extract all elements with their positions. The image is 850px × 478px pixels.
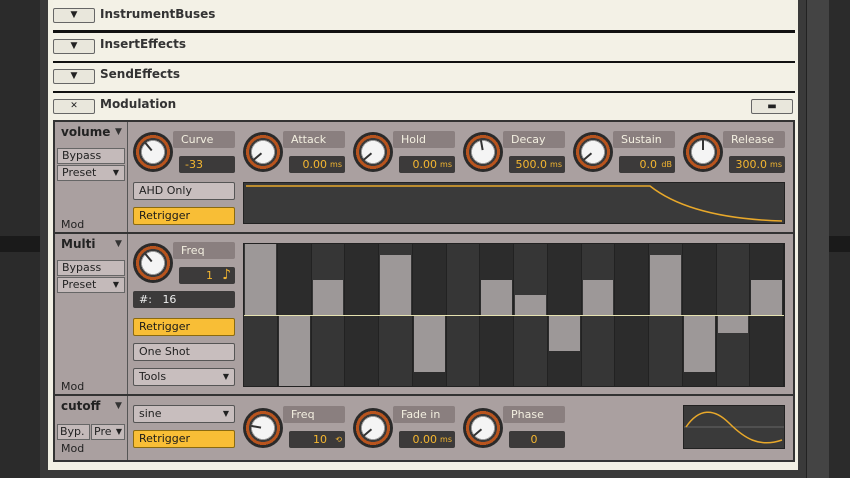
mod-label: Mod (61, 380, 85, 393)
curve-value[interactable]: -33 (179, 156, 235, 173)
panel-label: Modulation (100, 97, 177, 111)
preset-dropdown[interactable]: Preset ▼ (57, 165, 125, 181)
freq-label: Freq (173, 242, 235, 259)
volume-left-column: volume ▼ Bypass Preset ▼ Mod (55, 122, 128, 232)
steps-field[interactable]: #: 16 (133, 291, 235, 308)
step-bar (481, 279, 512, 315)
freq-value[interactable]: 10 ⟲ (289, 431, 345, 448)
sustain-label: Sustain (613, 131, 675, 148)
panel-label: InsertEffects (100, 37, 186, 51)
curve-label: Curve (173, 131, 235, 148)
release-label: Release (723, 131, 785, 148)
collapse-icon[interactable]: ▼ (115, 128, 127, 137)
step-bar (650, 254, 681, 315)
mod-label: Mod (61, 218, 85, 231)
freq-knob[interactable] (243, 408, 283, 448)
panel-send-effects[interactable]: ▼ SendEffects (53, 63, 795, 94)
expand-button[interactable]: ▼ (53, 39, 95, 54)
menu-icon[interactable]: ▬ (751, 99, 793, 114)
freq-label: Freq (283, 406, 345, 423)
panel-label: InstrumentBuses (100, 7, 216, 21)
attack-value[interactable]: 0.00 ms (289, 156, 345, 173)
hold-value[interactable]: 0.00 ms (399, 156, 455, 173)
waveform-dropdown[interactable]: sine ▼ (133, 405, 235, 423)
curve-knob[interactable] (133, 132, 173, 172)
step-bar (751, 279, 782, 315)
preset-dropdown[interactable]: Pre ▼ (91, 424, 125, 440)
attack-label: Attack (283, 131, 345, 148)
fade-in-label: Fade in (393, 406, 455, 423)
sustain-knob[interactable] (573, 132, 613, 172)
release-knob[interactable] (683, 132, 723, 172)
lfo-waveform-display (683, 405, 785, 449)
step-bar (717, 315, 749, 333)
section-title: cutoff (61, 399, 101, 413)
right-edge-bar (828, 236, 850, 252)
step-bar (312, 279, 344, 315)
step-bar (515, 295, 546, 315)
retrigger-button[interactable]: Retrigger (133, 318, 235, 336)
freq-knob[interactable] (133, 243, 173, 283)
step-sequencer-grid[interactable] (243, 243, 785, 387)
fade-in-value[interactable]: 0.00 ms (399, 431, 455, 448)
step-bar (278, 315, 310, 386)
cutoff-lfo-section: cutoff ▼ Byp. Pre ▼ Mod sine ▼ Retrigger F… (55, 396, 793, 460)
phase-label: Phase (503, 406, 565, 423)
fade-in-knob[interactable] (353, 408, 393, 448)
multi-left-column: Multi ▼ Bypass Preset ▼ Mod (55, 234, 128, 394)
panel-instrument-buses[interactable]: ▼ InstrumentBuses (53, 0, 795, 33)
cutoff-left-column: cutoff ▼ Byp. Pre ▼ Mod (55, 396, 128, 460)
bypass-button[interactable]: Byp. (57, 424, 90, 440)
left-edge-bar (0, 236, 40, 252)
sine-wave-curve (684, 411, 784, 444)
bypass-button[interactable]: Bypass (57, 260, 125, 276)
note-icon: ♪ (222, 267, 231, 283)
attack-knob[interactable] (243, 132, 283, 172)
collapse-icon[interactable]: ▼ (115, 402, 127, 411)
bypass-button[interactable]: Bypass (57, 148, 125, 164)
decay-knob[interactable] (463, 132, 503, 172)
one-shot-button[interactable]: One Shot (133, 343, 235, 361)
panel-insert-effects[interactable]: ▼ InsertEffects (53, 33, 795, 64)
decay-value[interactable]: 500.0 ms (509, 156, 565, 173)
sync-icon: ⟲ (335, 435, 342, 444)
modulation-area: volume ▼ Bypass Preset ▼ Mod Curve -33 At… (53, 120, 795, 462)
expand-button[interactable]: ▼ (53, 69, 95, 84)
panel-label: SendEffects (100, 67, 180, 81)
expand-button[interactable]: ▼ (53, 8, 95, 23)
envelope-display (243, 182, 785, 224)
hold-knob[interactable] (353, 132, 393, 172)
section-title: volume (61, 125, 111, 139)
step-bar (582, 279, 614, 315)
multi-step-section: Multi ▼ Bypass Preset ▼ Mod Freq 1 ♪ #: 16… (55, 234, 793, 396)
hold-label: Hold (393, 131, 455, 148)
phase-value[interactable]: 0 (509, 431, 565, 448)
step-bar (548, 315, 580, 351)
panel-modulation[interactable]: ✕ Modulation ▬ (53, 93, 795, 121)
zero-line (244, 315, 784, 316)
sustain-value[interactable]: 0.0 dB (619, 156, 675, 173)
preset-dropdown[interactable]: Preset ▼ (57, 277, 125, 293)
freq-value[interactable]: 1 ♪ (179, 267, 235, 284)
ahd-only-button[interactable]: AHD Only (133, 182, 235, 200)
retrigger-button[interactable]: Retrigger (133, 207, 235, 225)
step-bar (413, 315, 445, 372)
mod-label: Mod (61, 442, 85, 455)
phase-knob[interactable] (463, 408, 503, 448)
volume-envelope-section: volume ▼ Bypass Preset ▼ Mod Curve -33 At… (55, 122, 793, 234)
step-bar (683, 315, 715, 372)
decay-label: Decay (503, 131, 565, 148)
step-bar (245, 244, 276, 315)
window-scrollbar[interactable] (806, 0, 829, 478)
release-value[interactable]: 300.0 ms (729, 156, 785, 173)
step-bar (380, 254, 411, 315)
collapse-icon[interactable]: ▼ (115, 240, 127, 249)
section-title: Multi (61, 237, 96, 251)
collapse-button[interactable]: ✕ (53, 99, 95, 114)
tools-dropdown[interactable]: Tools ▼ (133, 368, 235, 386)
retrigger-button[interactable]: Retrigger (133, 430, 235, 448)
envelope-curve (246, 185, 783, 222)
